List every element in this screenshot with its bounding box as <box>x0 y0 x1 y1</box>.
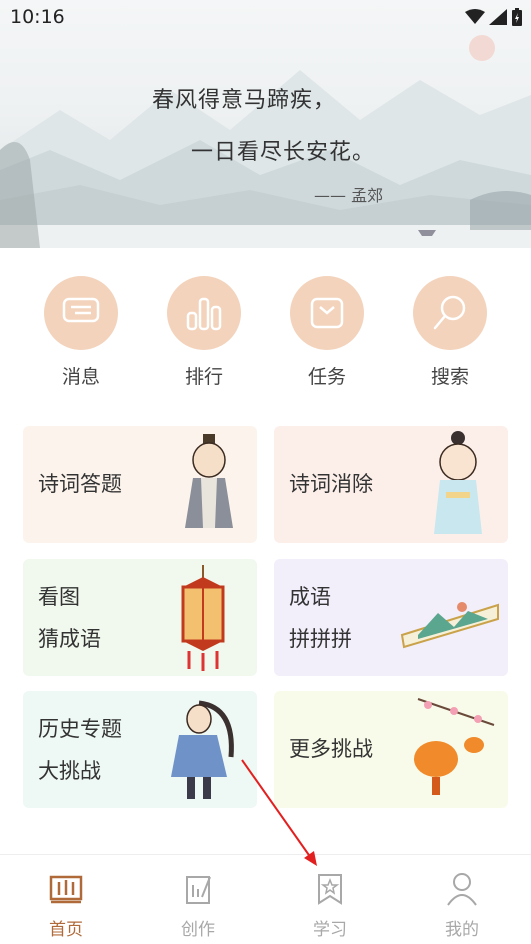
study-bookmark-icon <box>318 874 342 905</box>
card-history-challenge[interactable]: 历史专题 大挑战 <box>23 691 257 808</box>
ranking-label: 排行 <box>184 366 223 388</box>
card-title: 更多挑战 <box>289 737 373 761</box>
landscape-painting <box>0 35 531 248</box>
card-title-line1: 历史专题 <box>38 717 122 741</box>
card-idiom-puzzle[interactable]: 成语 拼拼拼 <box>274 559 508 676</box>
search-icon <box>433 295 466 330</box>
boy-figure-illustration <box>434 431 482 534</box>
card-title: 诗词消除 <box>289 472 373 496</box>
task-icon <box>310 297 344 329</box>
poem-author: —— 孟郊 <box>314 186 384 205</box>
profile-icon <box>447 873 477 906</box>
status-time: 10:16 <box>10 6 65 28</box>
task-label: 任务 <box>307 366 346 388</box>
wifi-icon <box>465 9 485 24</box>
poem-line-1: 春风得意马蹄疾， <box>152 88 337 113</box>
nav-study[interactable]: 学习 <box>264 855 396 940</box>
search-button[interactable]: 搜索 <box>405 276 495 389</box>
nav-profile-label: 我的 <box>445 920 479 940</box>
status-bar: 10:16 <box>0 0 531 36</box>
scroll-painting-illustration <box>400 602 499 649</box>
card-poetry-quiz[interactable]: 诗词答题 <box>23 426 257 543</box>
ranking-icon <box>186 297 222 331</box>
plum-blossom-lanterns-illustration <box>414 698 495 795</box>
message-button[interactable]: 消息 <box>36 276 126 389</box>
nav-study-label: 学习 <box>313 920 347 940</box>
poem-line-2: 一日看尽长安花。 <box>191 140 376 165</box>
card-title-line1: 成语 <box>289 585 331 609</box>
card-title-line1: 看图 <box>38 585 80 609</box>
warrior-figure-illustration <box>171 700 234 799</box>
message-icon <box>62 297 100 323</box>
card-title-line2: 大挑战 <box>38 759 101 783</box>
card-poetry-elimination[interactable]: 诗词消除 <box>274 426 508 543</box>
home-book-icon <box>49 875 83 904</box>
nav-home[interactable]: 首页 <box>0 855 132 940</box>
card-title-line2: 猜成语 <box>38 627 101 651</box>
card-title-line2: 拼拼拼 <box>289 627 352 651</box>
card-more-challenges[interactable]: 更多挑战 <box>274 691 508 808</box>
card-title: 诗词答题 <box>38 472 122 496</box>
message-label: 消息 <box>61 366 100 388</box>
nav-create-label: 创作 <box>181 920 215 940</box>
ranking-button[interactable]: 排行 <box>159 276 249 389</box>
nav-profile[interactable]: 我的 <box>396 855 528 940</box>
bottom-nav: 首页 创作 学习 我的 <box>0 854 531 944</box>
nav-create[interactable]: 创作 <box>132 855 264 940</box>
nav-home-label: 首页 <box>49 920 83 940</box>
card-guess-idiom[interactable]: 看图 猜成语 <box>23 559 257 676</box>
create-icon <box>186 876 211 904</box>
lantern-illustration <box>181 565 225 671</box>
poem-banner: 10:16 春风得意马蹄疾， 一日看尽长安花。 —— 孟郊 <box>0 0 531 248</box>
battery-icon <box>512 8 522 26</box>
search-label: 搜索 <box>430 366 469 388</box>
task-button[interactable]: 任务 <box>282 276 372 389</box>
scholar-figure-illustration <box>185 434 233 528</box>
signal-icon <box>489 9 507 25</box>
